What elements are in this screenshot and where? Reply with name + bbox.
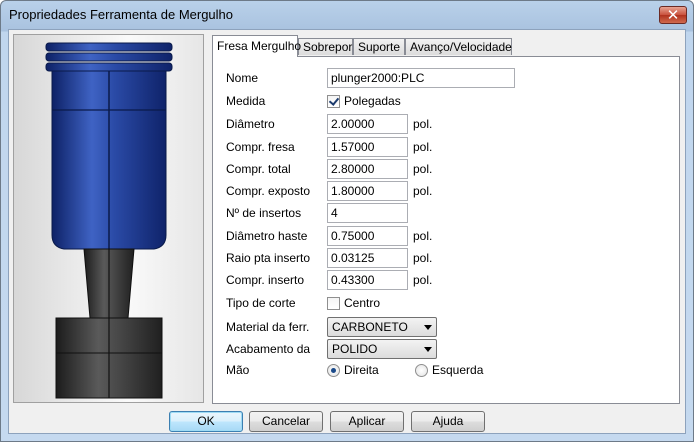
insert-count-input[interactable]: 4	[327, 203, 408, 223]
total-length-label: Compr. total	[226, 162, 291, 176]
name-label: Nome	[226, 71, 259, 85]
ok-button[interactable]: OK	[169, 411, 243, 432]
tab-label: Fresa Mergulho	[217, 39, 302, 53]
cutter-ring-top	[45, 42, 173, 52]
shank-diameter-unit: pol.	[413, 229, 433, 243]
tab-sobrepor[interactable]: Sobrepor	[298, 38, 353, 55]
title-bar[interactable]: Propriedades Ferramenta de Mergulho ✕	[1, 1, 693, 29]
exposed-length-input[interactable]: 1.80000	[327, 181, 408, 201]
cut-type-label: Tipo de corte	[226, 296, 296, 310]
exposed-length-unit: pol.	[413, 184, 433, 198]
insert-length-unit: pol.	[413, 273, 433, 287]
hand-right-radio[interactable]	[327, 364, 340, 377]
diameter-input[interactable]: 2.00000	[327, 114, 408, 134]
tool-preview	[13, 34, 204, 403]
tool-material-value: CARBONETO	[332, 320, 408, 334]
finish-label: Acabamento da	[226, 342, 311, 356]
diameter-unit: pol.	[413, 117, 433, 131]
inches-checkbox-label: Polegadas	[344, 94, 401, 108]
finish-value: POLIDO	[332, 342, 378, 356]
help-button[interactable]: Ajuda	[411, 411, 485, 432]
insert-length-label: Compr. inserto	[226, 273, 305, 287]
chevron-down-icon	[424, 325, 432, 330]
shank-diameter-input[interactable]: 0.75000	[327, 226, 408, 246]
insert-tip-radius-unit: pol.	[413, 251, 433, 265]
chevron-down-icon	[424, 347, 432, 352]
diameter-label: Diâmetro	[226, 117, 275, 131]
name-input[interactable]: plunger2000:PLC	[327, 68, 515, 88]
insert-tip-radius-label: Raio pta inserto	[226, 251, 311, 265]
tab-fresa-mergulho[interactable]: Fresa Mergulho	[212, 35, 302, 57]
tab-label: Avanço/Velocidade	[410, 40, 512, 54]
shank-diameter-label: Diâmetro haste	[226, 229, 308, 243]
window-title: Propriedades Ferramenta de Mergulho	[9, 7, 234, 22]
total-length-unit: pol.	[413, 162, 433, 176]
cut-length-unit: pol.	[413, 140, 433, 154]
cutter-ring-low	[45, 62, 173, 72]
center-cut-checkbox[interactable]	[327, 297, 340, 310]
dialog-window: Propriedades Ferramenta de Mergulho ✕ Fr…	[0, 0, 694, 442]
tab-panel-fresa-mergulho: Nome plunger2000:PLC Medida Polegadas Di…	[212, 56, 680, 404]
dialog-client: Fresa Mergulho Sobrepor Suporte Avanço/V…	[8, 29, 686, 434]
insert-tip-radius-input[interactable]: 0.03125	[327, 248, 408, 268]
tab-label: Suporte	[358, 40, 401, 54]
tab-suporte[interactable]: Suporte	[353, 38, 405, 55]
insert-count-label: Nº de insertos	[226, 206, 302, 220]
cutter-ring-mid	[45, 52, 173, 62]
plunge-tool-illustration	[45, 42, 173, 399]
apply-button[interactable]: Aplicar	[330, 411, 404, 432]
insert-length-input[interactable]: 0.43300	[327, 270, 408, 290]
exposed-length-label: Compr. exposto	[226, 184, 311, 198]
finish-select[interactable]: POLIDO	[327, 339, 437, 359]
total-length-input[interactable]: 2.80000	[327, 159, 408, 179]
close-icon: ✕	[666, 6, 680, 24]
tab-avanco-velocidade[interactable]: Avanço/Velocidade	[405, 38, 512, 55]
hand-left-radio[interactable]	[415, 364, 428, 377]
measure-label: Medida	[226, 94, 266, 108]
cancel-button[interactable]: Cancelar	[249, 411, 323, 432]
close-button[interactable]: ✕	[659, 6, 687, 24]
hand-label: Mão	[226, 363, 250, 377]
inches-checkbox[interactable]	[327, 95, 340, 108]
tool-material-select[interactable]: CARBONETO	[327, 317, 437, 337]
hand-right-label: Direita	[344, 363, 379, 377]
tab-label: Sobrepor	[303, 40, 353, 54]
tool-material-label: Material da ferr.	[226, 320, 310, 334]
cut-length-label: Compr. fresa	[226, 140, 295, 154]
cut-length-input[interactable]: 1.57000	[327, 137, 408, 157]
hand-left-label: Esquerda	[432, 363, 484, 377]
center-cut-checkbox-label: Centro	[344, 296, 381, 310]
